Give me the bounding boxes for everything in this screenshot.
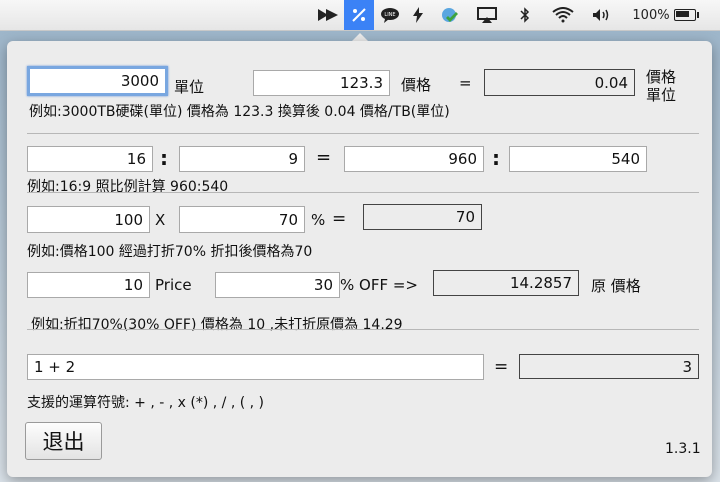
unit-price-input[interactable]: 123.3 <box>253 70 390 96</box>
off-percent-input[interactable]: 30 <box>215 272 340 298</box>
off-label: % OFF => <box>340 276 418 294</box>
off-result-output: 14.2857 <box>433 270 579 296</box>
battery-text: 100% <box>632 7 670 23</box>
unit-amount-input[interactable]: 3000 <box>27 66 168 96</box>
bluetooth-icon[interactable] <box>514 0 536 30</box>
unit-result-label-top: 價格 <box>646 68 677 86</box>
off-result-label: 原 價格 <box>591 277 641 295</box>
discount-percent-sign: % <box>311 211 326 229</box>
expression-input[interactable]: 1 + 2 <box>27 354 484 380</box>
expression-result-output: 3 <box>519 354 699 379</box>
discount-percent-input[interactable]: 70 <box>179 206 305 233</box>
unit-equals: = <box>459 74 472 92</box>
version-label: 1.3.1 <box>665 441 701 457</box>
line-icon[interactable]: LINE <box>376 0 404 30</box>
separator-1 <box>27 133 699 134</box>
unit-result-output: 0.04 <box>484 69 635 96</box>
battery-icon <box>673 9 699 21</box>
menu-bar: LINE 100% <box>0 0 720 31</box>
discount-result-output: 70 <box>363 204 482 230</box>
calculator-panel: 3000 單位 123.3 價格 = 0.04 價格 單位 例如:3000TB硬… <box>7 41 712 477</box>
wifi-icon[interactable] <box>548 0 578 30</box>
ratio-c-input[interactable]: 960 <box>344 146 484 172</box>
expression-help-text: 支援的運算符號: + , - , x (*) , / , ( , ) <box>27 395 265 411</box>
discount-equals: = <box>332 209 347 229</box>
unit-label: 單位 <box>174 78 205 96</box>
volume-icon[interactable] <box>588 0 614 30</box>
unit-example-text: 例如:3000TB硬碟(單位) 價格為 123.3 換算後 0.04 價格/TB… <box>29 104 450 120</box>
expression-equals: = <box>494 357 509 377</box>
bolt-icon[interactable] <box>406 0 430 30</box>
ratio-example-text: 例如:16:9 照比例計算 960:540 <box>27 179 229 195</box>
unit-result-label-bottom: 單位 <box>646 86 677 104</box>
ratio-b-input[interactable]: 9 <box>179 146 305 172</box>
unit-result-label: 價格 單位 <box>646 68 676 104</box>
off-example-text: 例如:折扣70%(30% OFF) 價格為 10 ,未打折原價為 14.29 <box>31 317 403 333</box>
ratio-equals: = <box>316 147 332 168</box>
arrow-icon[interactable] <box>312 0 344 30</box>
svg-text:LINE: LINE <box>384 12 395 18</box>
calculator-icon[interactable] <box>344 0 374 30</box>
ratio-colon-2: : <box>492 146 500 170</box>
discount-example-text: 例如:價格100 經過打折70% 折扣後價格為70 <box>27 244 313 260</box>
discount-times: X <box>155 211 166 229</box>
ratio-d-input[interactable]: 540 <box>509 146 647 172</box>
airplay-icon[interactable] <box>472 0 502 30</box>
ratio-a-input[interactable]: 16 <box>27 146 153 172</box>
ratio-colon-1: : <box>160 146 168 170</box>
discount-price-input[interactable]: 100 <box>27 206 150 233</box>
separator-2 <box>27 192 699 193</box>
off-price-label: Price <box>155 276 192 294</box>
battery-status[interactable]: 100% <box>624 0 704 30</box>
quit-button[interactable]: 退出 <box>25 422 102 460</box>
sync-icon[interactable] <box>436 0 464 30</box>
separator-3 <box>27 329 699 330</box>
unit-price-label: 價格 <box>401 76 432 94</box>
off-price-input[interactable]: 10 <box>27 272 150 298</box>
